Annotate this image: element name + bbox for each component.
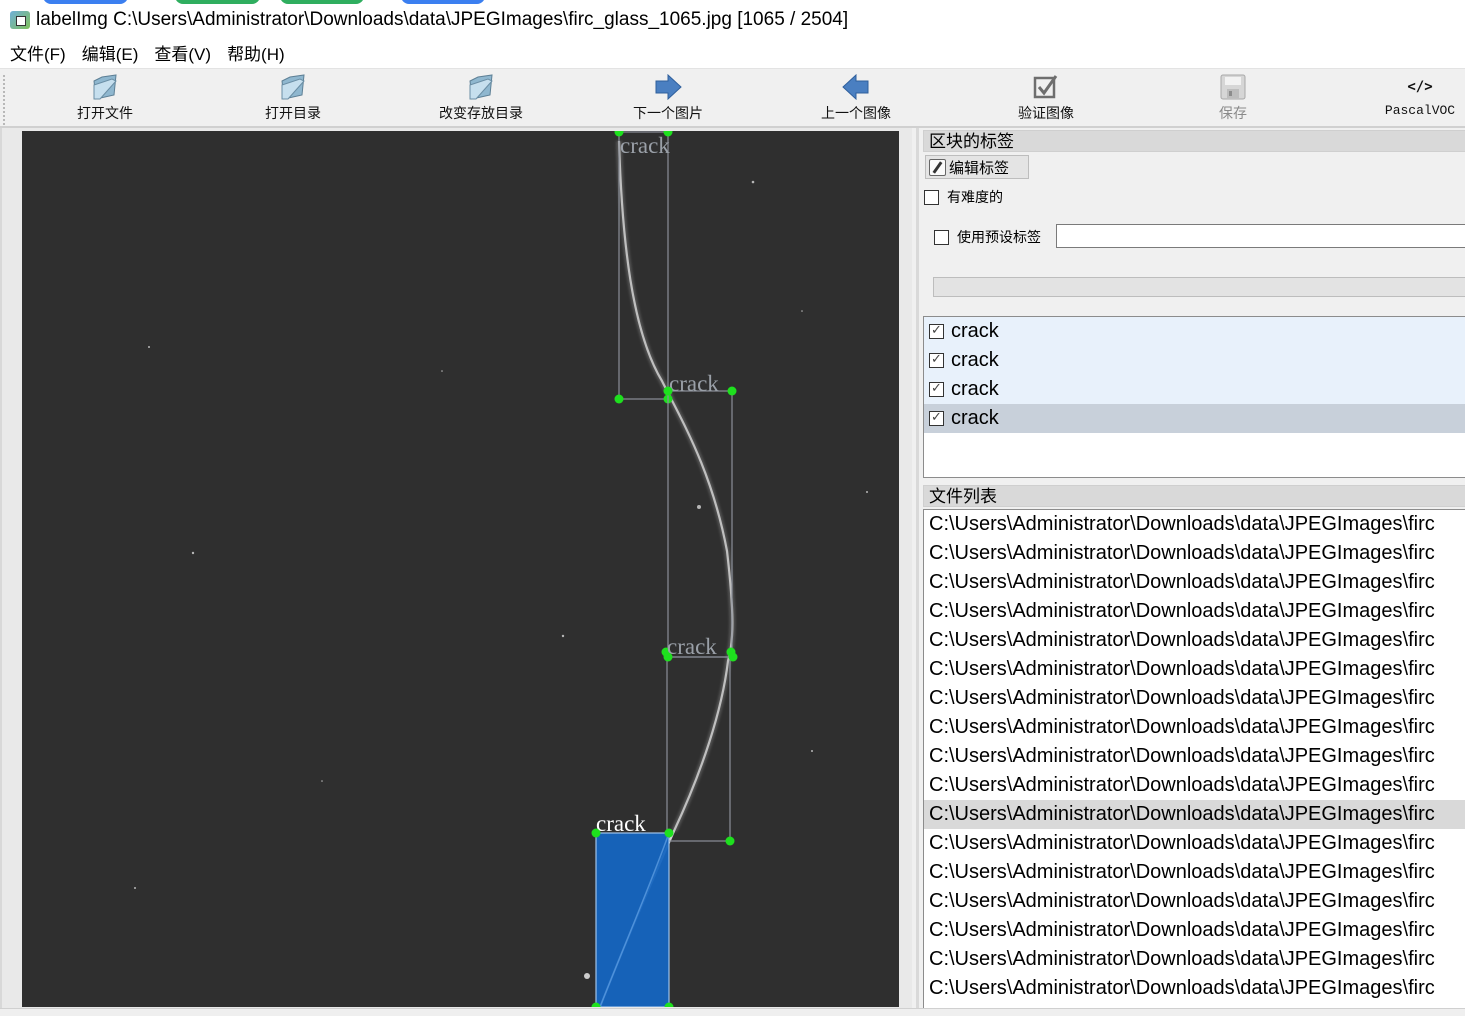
use-default-label-text: 使用预设标签 bbox=[957, 229, 1041, 245]
file-list[interactable]: C:\Users\Administrator\Downloads\data\JP… bbox=[923, 509, 1465, 1009]
vertex-handle[interactable] bbox=[725, 836, 735, 846]
change-save-dir-button[interactable]: 改变存放目录 bbox=[425, 71, 537, 127]
file-list-item[interactable]: C:\Users\Administrator\Downloads\data\JP… bbox=[924, 858, 1465, 887]
save-button[interactable]: 保存 bbox=[1198, 71, 1268, 127]
format-pascalvoc-button[interactable]: </> PascalVOC bbox=[1375, 71, 1465, 127]
file-list-item[interactable]: C:\Users\Administrator\Downloads\data\JP… bbox=[924, 684, 1465, 713]
annotation-box-selected[interactable]: crack bbox=[591, 811, 674, 1007]
edit-label-button[interactable]: 编辑标签 bbox=[925, 155, 1029, 179]
labelimg-app-icon bbox=[10, 11, 30, 29]
default-label-input[interactable] bbox=[1056, 224, 1465, 248]
folder-open-icon bbox=[90, 71, 120, 103]
file-list-item[interactable]: C:\Users\Administrator\Downloads\data\JP… bbox=[924, 742, 1465, 771]
menu-file[interactable]: 文件(F) bbox=[2, 38, 74, 67]
file-list-item[interactable]: C:\Users\Administrator\Downloads\data\JP… bbox=[924, 655, 1465, 684]
labelimg-window: labelImg C:\Users\Administrator\Download… bbox=[0, 0, 1465, 1016]
file-list-item[interactable]: C:\Users\Administrator\Downloads\data\JP… bbox=[924, 539, 1465, 568]
label-list-item[interactable]: crack bbox=[924, 346, 1465, 375]
vertex-handle[interactable] bbox=[614, 394, 624, 404]
box-labels-dock-title: 区块的标签 bbox=[923, 130, 1465, 152]
label-list-item[interactable]: crack bbox=[924, 317, 1465, 346]
file-list-item[interactable]: C:\Users\Administrator\Downloads\data\JP… bbox=[924, 829, 1465, 858]
label-visibility-checkbox[interactable] bbox=[929, 351, 944, 368]
file-list-dock-title: 文件列表 bbox=[923, 485, 1465, 507]
arrow-left-icon bbox=[842, 71, 870, 103]
label-visibility-checkbox[interactable] bbox=[929, 322, 944, 339]
annotation-layer: crack crack crack crack bbox=[134, 131, 868, 1007]
vertex-handle[interactable] bbox=[727, 386, 737, 396]
image-canvas[interactable]: crack crack crack crack bbox=[22, 131, 899, 1007]
folder-open-icon bbox=[278, 71, 308, 103]
canvas-scroll-area: crack crack crack crack bbox=[0, 128, 912, 1010]
menu-edit[interactable]: 编辑(E) bbox=[74, 38, 147, 67]
box-label: crack bbox=[620, 133, 670, 158]
use-default-label-row[interactable]: 使用预设标签 bbox=[934, 227, 1041, 247]
open-file-button[interactable]: 打开文件 bbox=[60, 71, 150, 127]
checkbox-verify-icon bbox=[1033, 71, 1059, 103]
vertex-handle[interactable] bbox=[728, 652, 738, 662]
vertex-handle[interactable] bbox=[664, 828, 674, 838]
file-list-item[interactable]: C:\Users\Administrator\Downloads\data\JP… bbox=[924, 626, 1465, 655]
folder-open-icon bbox=[466, 71, 496, 103]
annotation-box[interactable]: crack bbox=[614, 131, 673, 404]
difficult-label: 有难度的 bbox=[947, 189, 1003, 205]
label-list[interactable]: crack crack crack crack bbox=[923, 316, 1465, 478]
pencil-edit-icon bbox=[929, 158, 946, 176]
label-combobox-bar[interactable] bbox=[933, 277, 1465, 297]
file-list-item-selected[interactable]: C:\Users\Administrator\Downloads\data\JP… bbox=[924, 800, 1465, 829]
toolbar-grip[interactable] bbox=[3, 75, 5, 125]
box-label: crack bbox=[667, 634, 717, 659]
menu-view[interactable]: 查看(V) bbox=[146, 38, 219, 67]
use-default-label-checkbox[interactable] bbox=[934, 229, 949, 245]
annotation-box[interactable]: crack bbox=[661, 371, 737, 658]
menu-help[interactable]: 帮助(H) bbox=[219, 38, 293, 67]
code-tag-icon: </> bbox=[1407, 79, 1433, 95]
status-bar bbox=[0, 1008, 1465, 1016]
file-list-item[interactable]: C:\Users\Administrator\Downloads\data\JP… bbox=[924, 771, 1465, 800]
file-list-item[interactable]: C:\Users\Administrator\Downloads\data\JP… bbox=[924, 916, 1465, 945]
open-dir-button[interactable]: 打开目录 bbox=[248, 71, 338, 127]
menu-bar: 文件(F) 编辑(E) 查看(V) 帮助(H) bbox=[0, 36, 1465, 68]
next-image-button[interactable]: 下一个图片 bbox=[620, 71, 716, 127]
difficult-checkbox-row[interactable]: 有难度的 bbox=[924, 187, 1003, 207]
file-list-item[interactable]: C:\Users\Administrator\Downloads\data\JP… bbox=[924, 568, 1465, 597]
label-visibility-checkbox[interactable] bbox=[929, 409, 944, 426]
window-title: labelImg C:\Users\Administrator\Download… bbox=[36, 9, 849, 30]
difficult-checkbox[interactable] bbox=[924, 189, 939, 205]
vertex-handle[interactable] bbox=[591, 828, 601, 838]
floppy-disk-icon bbox=[1220, 71, 1246, 103]
verify-image-button[interactable]: 验证图像 bbox=[998, 71, 1094, 127]
file-list-item[interactable]: C:\Users\Administrator\Downloads\data\JP… bbox=[924, 945, 1465, 974]
file-list-item[interactable]: C:\Users\Administrator\Downloads\data\JP… bbox=[924, 887, 1465, 916]
vertex-handle[interactable] bbox=[663, 652, 673, 662]
title-bar: labelImg C:\Users\Administrator\Download… bbox=[0, 4, 1465, 36]
arrow-right-icon bbox=[654, 71, 682, 103]
label-list-item-selected[interactable]: crack bbox=[924, 404, 1465, 433]
file-list-item[interactable]: C:\Users\Administrator\Downloads\data\JP… bbox=[924, 974, 1465, 1003]
image-specks bbox=[134, 180, 868, 979]
label-visibility-checkbox[interactable] bbox=[929, 380, 944, 397]
box-label: crack bbox=[596, 811, 646, 836]
toolbar: 打开文件 打开目录 改变存放目录 下一个图片 上一个图像 验证图像 保存 </>… bbox=[0, 68, 1465, 128]
file-list-item[interactable]: C:\Users\Administrator\Downloads\data\JP… bbox=[924, 713, 1465, 742]
prev-image-button[interactable]: 上一个图像 bbox=[808, 71, 904, 127]
vertex-handle[interactable] bbox=[663, 386, 673, 396]
box-label: crack bbox=[669, 371, 719, 396]
right-dock: 区块的标签 编辑标签 有难度的 使用预设标签 crack crack bbox=[916, 128, 1465, 1010]
file-list-item[interactable]: C:\Users\Administrator\Downloads\data\JP… bbox=[924, 597, 1465, 626]
label-list-item[interactable]: crack bbox=[924, 375, 1465, 404]
file-list-item[interactable]: C:\Users\Administrator\Downloads\data\JP… bbox=[924, 510, 1465, 539]
